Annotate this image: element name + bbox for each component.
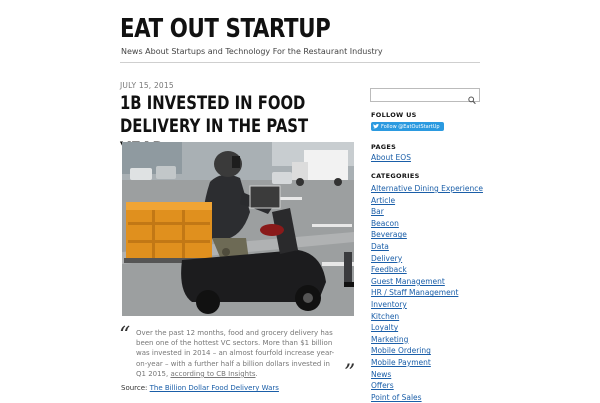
- category-item: Point of Sales: [371, 392, 483, 403]
- pages-heading: PAGES: [371, 143, 397, 151]
- category-item: Mobile Ordering: [371, 345, 483, 357]
- source-link[interactable]: The Billion Dollar Food Delivery Wars: [150, 384, 279, 392]
- twitter-bird-icon: [373, 124, 379, 129]
- categories-heading: CATEGORIES: [371, 172, 420, 180]
- follow-us-heading: FOLLOW US: [371, 111, 417, 119]
- category-item: Data: [371, 241, 483, 253]
- category-item: HR / Staff Management: [371, 287, 483, 299]
- category-link[interactable]: Guest Management: [371, 277, 445, 286]
- category-link[interactable]: Mobile Payment: [371, 358, 431, 367]
- category-link[interactable]: News: [371, 370, 391, 379]
- category-item: Beverage: [371, 229, 483, 241]
- category-link[interactable]: Inventory: [371, 300, 407, 309]
- cb-insights-link[interactable]: according to CB Insights: [170, 370, 255, 378]
- category-link[interactable]: Article: [371, 196, 395, 205]
- category-link[interactable]: Mobile Ordering: [371, 346, 431, 355]
- page-link-about-eos[interactable]: About EOS: [371, 153, 411, 162]
- blockquote-end: .: [255, 369, 258, 378]
- category-link[interactable]: Offers: [371, 381, 394, 390]
- post-date[interactable]: JULY 15, 2015: [120, 81, 174, 90]
- category-item: Beacon: [371, 218, 483, 230]
- category-link[interactable]: Delivery: [371, 254, 402, 263]
- category-link[interactable]: Beverage: [371, 230, 407, 239]
- categories-list: Alternative Dining Experience Article Ba…: [371, 183, 483, 403]
- post-image-scooter-delivery: [122, 142, 354, 316]
- category-link[interactable]: Marketing: [371, 335, 408, 344]
- site-tagline: News About Startups and Technology For t…: [121, 47, 383, 56]
- category-item: Marketing: [371, 334, 483, 346]
- category-link[interactable]: HR / Staff Management: [371, 288, 458, 297]
- category-item: Offers: [371, 380, 483, 392]
- category-link[interactable]: Data: [371, 242, 389, 251]
- category-item: Feedback: [371, 264, 483, 276]
- category-link[interactable]: Feedback: [371, 265, 407, 274]
- category-link[interactable]: Bar: [371, 207, 384, 216]
- category-item: Alternative Dining Experience: [371, 183, 483, 195]
- site-title[interactable]: EAT OUT STARTUP: [120, 14, 331, 44]
- category-item: Kitchen: [371, 311, 483, 323]
- twitter-follow-button[interactable]: Follow @EatOutStartUp: [371, 122, 444, 131]
- search-input[interactable]: [371, 96, 467, 108]
- category-link[interactable]: Kitchen: [371, 312, 399, 321]
- category-item: Article: [371, 195, 483, 207]
- quote-open-mark: “: [119, 323, 131, 348]
- category-item: News: [371, 369, 483, 381]
- search-form: [370, 88, 480, 108]
- category-link[interactable]: Loyalty: [371, 323, 398, 332]
- category-link[interactable]: Alternative Dining Experience: [371, 184, 483, 193]
- source-label: Source:: [121, 384, 150, 392]
- category-link[interactable]: Point of Sales: [371, 393, 422, 402]
- post-source: Source: The Billion Dollar Food Delivery…: [121, 384, 279, 392]
- quote-close-mark: ”: [344, 361, 356, 386]
- category-item: Delivery: [371, 253, 483, 265]
- header-divider: [120, 62, 480, 63]
- category-item: Mobile Payment: [371, 357, 483, 369]
- post-blockquote: Over the past 12 months, food and grocer…: [136, 328, 341, 379]
- category-link[interactable]: Beacon: [371, 219, 399, 228]
- category-item: Inventory: [371, 299, 483, 311]
- category-item: Bar: [371, 206, 483, 218]
- twitter-follow-label: Follow @EatOutStartUp: [381, 123, 440, 130]
- search-icon[interactable]: [468, 90, 476, 109]
- category-item: Loyalty: [371, 322, 483, 334]
- category-item: Guest Management: [371, 276, 483, 288]
